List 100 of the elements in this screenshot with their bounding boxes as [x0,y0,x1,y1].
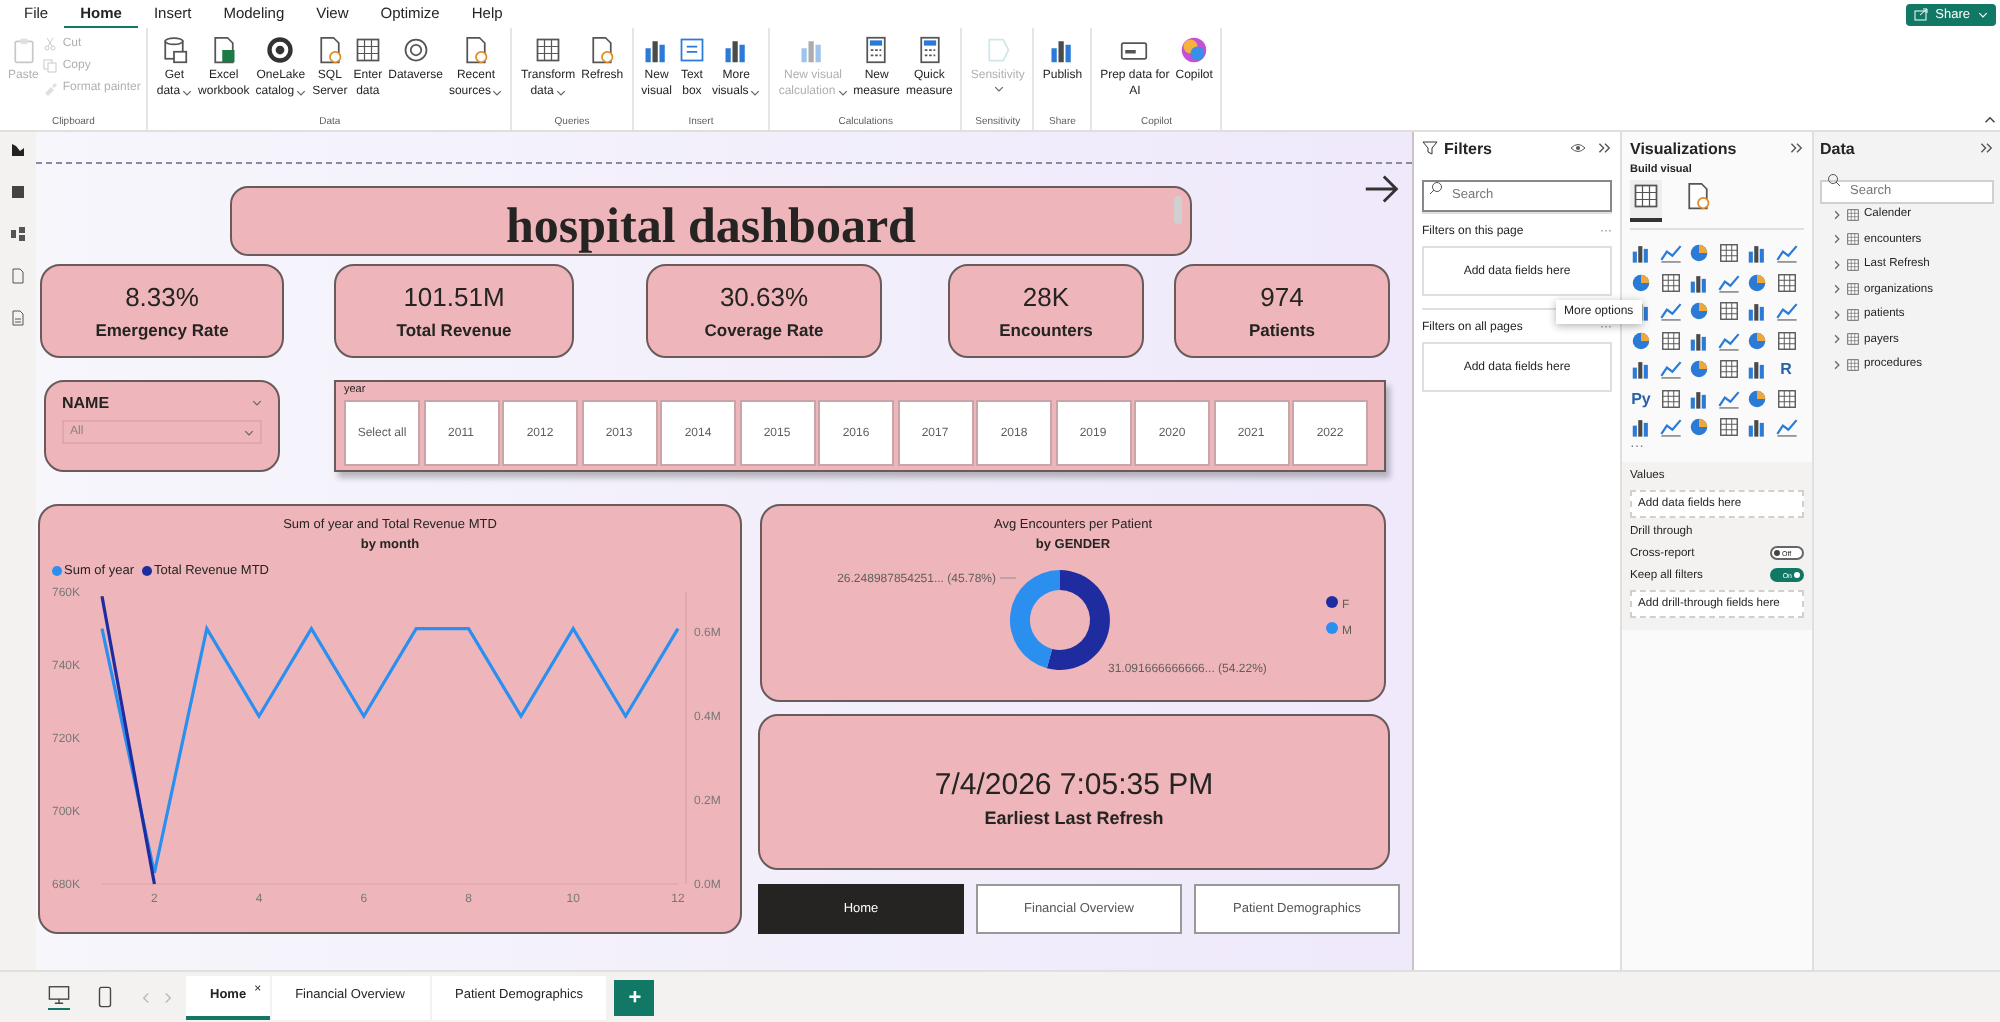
table-icon [1659,329,1681,351]
phone-icon[interactable] [94,985,116,1009]
pie-chart-icon [1688,358,1710,380]
desktop-icon[interactable] [48,984,70,1010]
pie-chart-icon [1688,242,1710,264]
table-icon [1846,357,1860,372]
kpi-label: Coverage Rate [704,320,824,340]
pane-title: Filters [1444,139,1493,157]
line-chart-icon [1775,416,1797,438]
line-chart-icon [1659,300,1681,322]
pie-chart-icon [1746,329,1768,351]
table-icon [1717,358,1739,380]
document-icon[interactable] [10,268,26,284]
chevron-right-icon [1832,284,1842,295]
bar-chart-icon [1630,416,1652,438]
chevron-down-icon [252,398,262,408]
table-icon [1717,242,1739,264]
bar-chart-icon [1746,242,1768,264]
pie-chart-icon [1630,271,1652,293]
ring-icon [266,36,295,64]
donut-segment [1046,570,1110,670]
tag-icon [983,36,1012,64]
chevron-right-icon [1832,234,1842,245]
chevron-up-icon[interactable] [1984,114,1996,126]
chevron-down-icon [1978,9,1988,19]
kpi-label: Emergency Rate [95,320,229,340]
card-icon [1120,36,1149,64]
swirl-icon [401,36,430,64]
search-icon [1428,180,1444,196]
table-icon [534,36,563,64]
bar-chart-icon [1688,329,1710,351]
dashboard-title: hospital dashboard [506,199,916,255]
table-icon [1659,387,1681,409]
visual-type-button[interactable]: Py [1630,387,1652,409]
scissors-icon [42,36,59,52]
table-icon [1846,307,1860,322]
chevron-right-icon [1832,359,1842,370]
pie-chart-icon [1688,416,1710,438]
table-icon[interactable] [10,184,26,200]
bar-chart-icon [798,36,827,64]
collapse-icon[interactable] [1598,142,1612,154]
chevron-right-icon [1832,309,1842,320]
bar-chart-icon [1630,358,1652,380]
donut-segment [1010,570,1060,669]
chevron-down-icon [244,427,254,437]
table-icon [1632,182,1660,210]
kpi-label: Total Revenue [396,320,512,340]
share-icon [1913,6,1930,22]
table-icon [353,36,382,64]
table-icon [1846,207,1860,222]
calculator-icon [862,36,891,64]
database-icon [160,36,189,64]
bar-chart-icon [1688,387,1710,409]
diagram-icon[interactable] [10,226,26,242]
line-chart-icon [1659,358,1681,380]
pane-title: Visualizations [1630,139,1737,157]
line-chart-icon [1717,329,1739,351]
search-icon [1826,172,1842,188]
bar-chart-icon [1746,416,1768,438]
kpi-label: Encounters [999,320,1093,340]
refresh-value: 7/4/2026 7:05:35 PM [934,768,1214,802]
visual-type-button[interactable]: R [1775,358,1797,380]
legend-dot [1326,596,1338,608]
brush-icon [42,80,59,96]
refresh-label: Earliest Last Refresh [984,808,1164,828]
copy-icon [42,58,59,74]
table-icon [1659,271,1681,293]
table-icon [1717,300,1739,322]
table-icon [1846,282,1860,297]
table-icon [1775,329,1797,351]
document-icon[interactable] [10,310,26,326]
kpi-value: 30.63% [719,282,809,312]
eye-icon[interactable] [1570,140,1586,156]
line-chart-icon [1659,416,1681,438]
build-visual-tab[interactable] [1630,180,1662,222]
table-icon [1775,387,1797,409]
line-chart-icon [1717,387,1739,409]
chevron-right-icon [1832,259,1842,270]
pie-chart-icon [1630,329,1652,351]
line-chart-icon [1717,271,1739,293]
kpi-value: 101.51M [403,282,505,312]
chevron-right-icon [1832,209,1842,220]
text-box-icon [677,36,706,64]
table-icon [1846,332,1860,347]
table-icon [1846,257,1860,272]
collapse-icon[interactable] [1980,142,1994,154]
add-page-button[interactable]: + [614,979,655,1015]
pie-chart-icon [1688,300,1710,322]
collapse-icon[interactable] [1790,142,1804,154]
legend-dot [1326,622,1338,634]
sparkle-icon [1180,36,1209,64]
slicer-title: NAME [62,394,110,412]
table-icon [1846,232,1860,247]
line-chart-icon [1775,242,1797,264]
bar-chart-icon[interactable] [10,142,26,158]
kpi-value: 8.33% [125,282,199,312]
calculator-icon [915,36,944,64]
arrow-right-icon[interactable] [1364,174,1400,204]
pane-title: Data [1820,139,1855,157]
document-icon [1684,182,1712,210]
